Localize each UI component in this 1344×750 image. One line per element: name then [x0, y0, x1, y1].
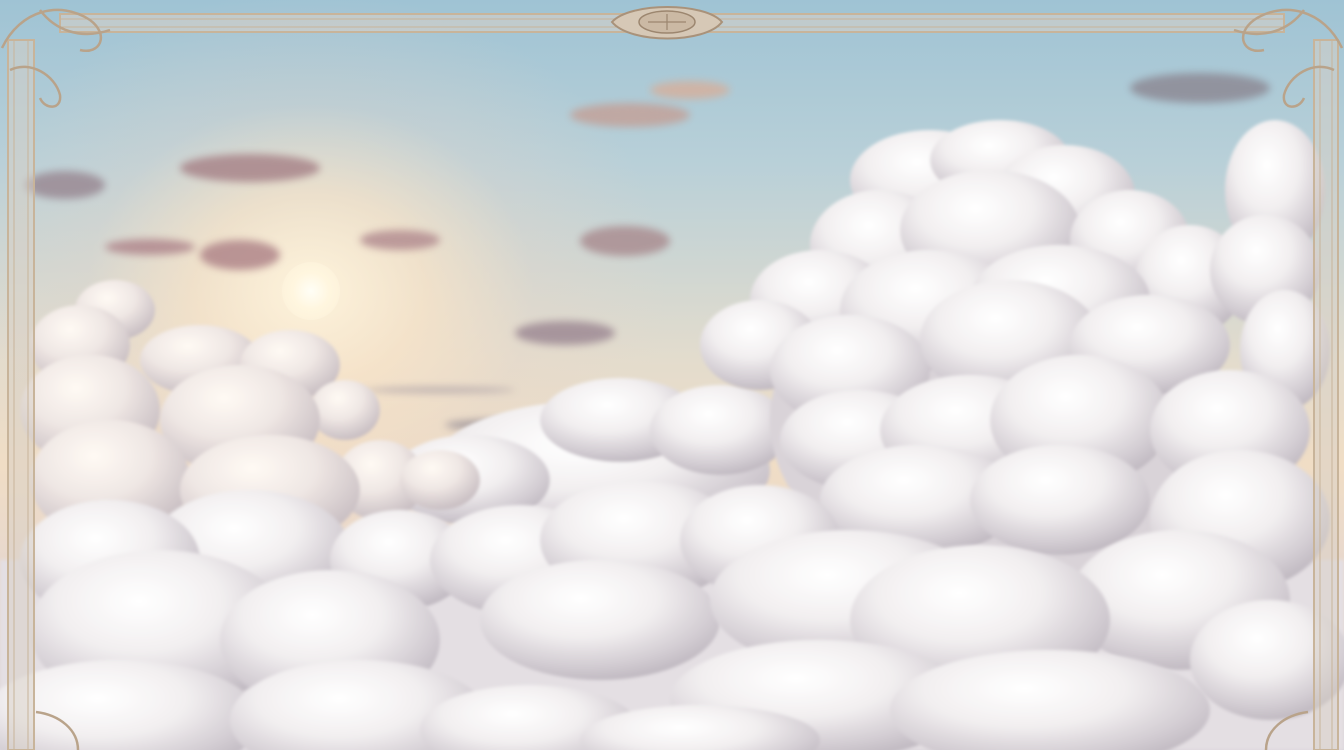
frame-right-bar [1313, 39, 1339, 750]
frame-corner-ornament [35, 710, 1309, 750]
frame-left-bar [7, 39, 35, 750]
frame-center-medallion [610, 6, 724, 40]
ornate-frame [0, 6, 1344, 750]
sky-scene [0, 0, 1344, 750]
